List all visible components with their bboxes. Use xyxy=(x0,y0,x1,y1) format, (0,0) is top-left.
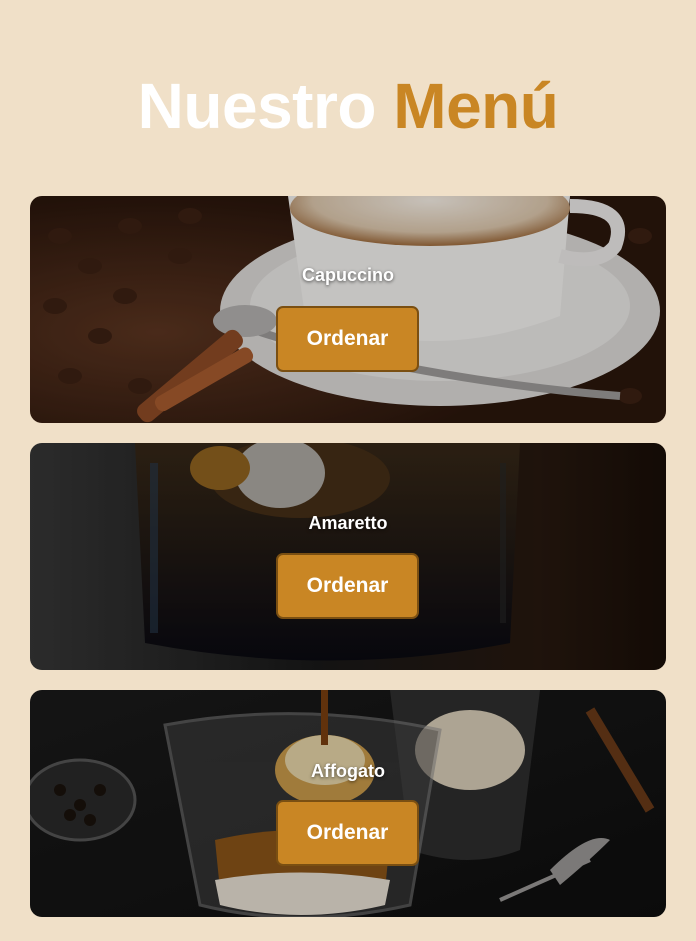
order-button[interactable]: Ordenar xyxy=(276,306,419,372)
menu-card-capuccino: Capuccino Ordenar xyxy=(30,196,666,423)
menu-card-affogato: Affogato Ordenar xyxy=(30,690,666,917)
order-button[interactable]: Ordenar xyxy=(276,553,419,619)
title-word-1: Nuestro xyxy=(137,70,377,142)
page-title: Nuestro Menú xyxy=(0,70,696,142)
menu-item-name: Amaretto xyxy=(308,513,388,533)
title-word-2: Menú xyxy=(393,70,559,142)
menu-item-name: Capuccino xyxy=(301,265,394,285)
menu-item-name: Affogato xyxy=(311,761,385,781)
menu-card-amaretto: Amaretto Ordenar xyxy=(30,443,666,670)
order-button[interactable]: Ordenar xyxy=(276,800,419,866)
menu-page: Nuestro Menú Capuccino Ordenar Amaretto … xyxy=(0,0,696,941)
